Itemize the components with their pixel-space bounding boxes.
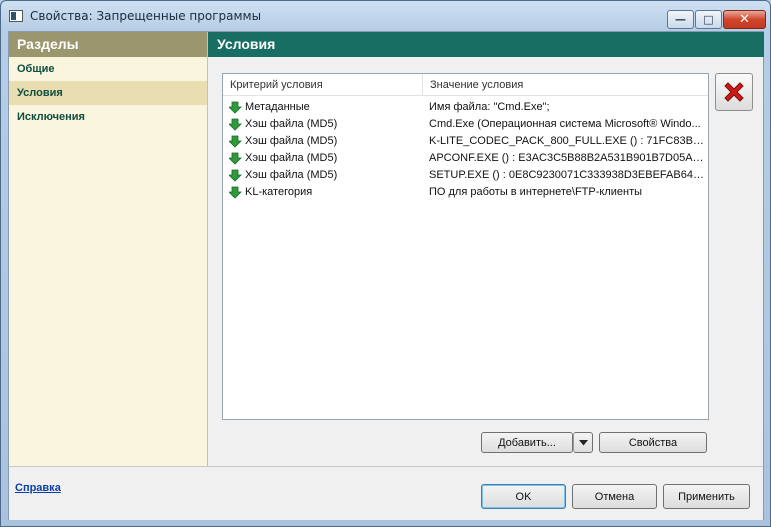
help-link[interactable]: Справка [15, 482, 61, 494]
value-cell: Cmd.Exe (Операционная система Microsoft®… [429, 118, 701, 130]
close-button[interactable]: ✕ [723, 10, 766, 29]
sidebar-item-general[interactable]: Общие [9, 57, 207, 81]
criterion-cell: Хэш файла (MD5) [245, 169, 338, 181]
apply-button[interactable]: Применить [663, 484, 750, 509]
sidebar-item-exclusions[interactable]: Исключения [9, 105, 207, 129]
page-title: Условия [208, 32, 764, 57]
criterion-cell: Хэш файла (MD5) [245, 118, 338, 130]
sidebar-header: Разделы [9, 32, 207, 57]
app-icon [9, 10, 23, 22]
value-cell: SETUP.EXE () : 0E8C9230071C333938D3EBEFA… [429, 169, 705, 181]
green-down-arrow-icon [229, 101, 242, 114]
cancel-button[interactable]: Отмена [572, 484, 657, 509]
conditions-list[interactable]: Критерий условия Значение условия Метада… [222, 73, 709, 420]
value-cell: K-LITE_CODEC_PACK_800_FULL.EXE () : 71FC… [429, 135, 705, 147]
column-header-value[interactable]: Значение условия [423, 74, 708, 96]
list-item[interactable]: Хэш файла (MD5) K-LITE_CODEC_PACK_800_FU… [223, 133, 708, 150]
green-down-arrow-icon [229, 186, 242, 199]
list-item[interactable]: Метаданные Имя файла: "Cmd.Exe"; [223, 99, 708, 116]
green-down-arrow-icon [229, 135, 242, 148]
chevron-down-icon [578, 439, 588, 445]
sidebar-item-conditions[interactable]: Условия [9, 81, 207, 105]
add-dropdown-button[interactable] [573, 432, 593, 453]
sections-sidebar: Разделы Общие Условия Исключения [9, 32, 208, 466]
criterion-cell: Метаданные [245, 101, 310, 113]
list-item[interactable]: Хэш файла (MD5) SETUP.EXE () : 0E8C92300… [223, 167, 708, 184]
column-header-criterion[interactable]: Критерий условия [223, 74, 423, 96]
green-down-arrow-icon [229, 118, 242, 131]
list-item[interactable]: KL-категория ПО для работы в интернете\F… [223, 184, 708, 201]
add-button[interactable]: Добавить... [481, 432, 573, 453]
delete-condition-button[interactable] [715, 73, 753, 111]
criterion-cell: KL-категория [245, 186, 313, 198]
green-down-arrow-icon [229, 152, 242, 165]
properties-button[interactable]: Свойства [599, 432, 707, 453]
list-item[interactable]: Хэш файла (MD5) APCONF.EXE () : E3AC3C5B… [223, 150, 708, 167]
ok-button[interactable]: OK [481, 484, 566, 509]
value-cell: APCONF.EXE () : E3AC3C5B88B2A531B901B7D0… [429, 152, 705, 164]
criterion-cell: Хэш файла (MD5) [245, 152, 338, 164]
minimize-button[interactable]: — [667, 10, 694, 29]
list-item[interactable]: Хэш файла (MD5) Cmd.Exe (Операционная си… [223, 116, 708, 133]
green-down-arrow-icon [229, 169, 242, 182]
window-title: Свойства: Запрещенные программы [30, 9, 262, 23]
dialog-client-area: Разделы Общие Условия Исключения Условия… [8, 31, 764, 520]
value-cell: ПО для работы в интернете\FTP-клиенты [429, 186, 643, 198]
criterion-cell: Хэш файла (MD5) [245, 135, 338, 147]
title-bar[interactable]: Свойства: Запрещенные программы — □ ✕ [1, 1, 770, 31]
maximize-button[interactable]: □ [695, 10, 722, 29]
red-x-icon [724, 82, 744, 102]
properties-window: Свойства: Запрещенные программы — □ ✕ Ра… [0, 0, 771, 527]
dialog-footer: Справка OK Отмена Применить [9, 466, 763, 520]
value-cell: Имя файла: "Cmd.Exe"; [429, 101, 550, 113]
